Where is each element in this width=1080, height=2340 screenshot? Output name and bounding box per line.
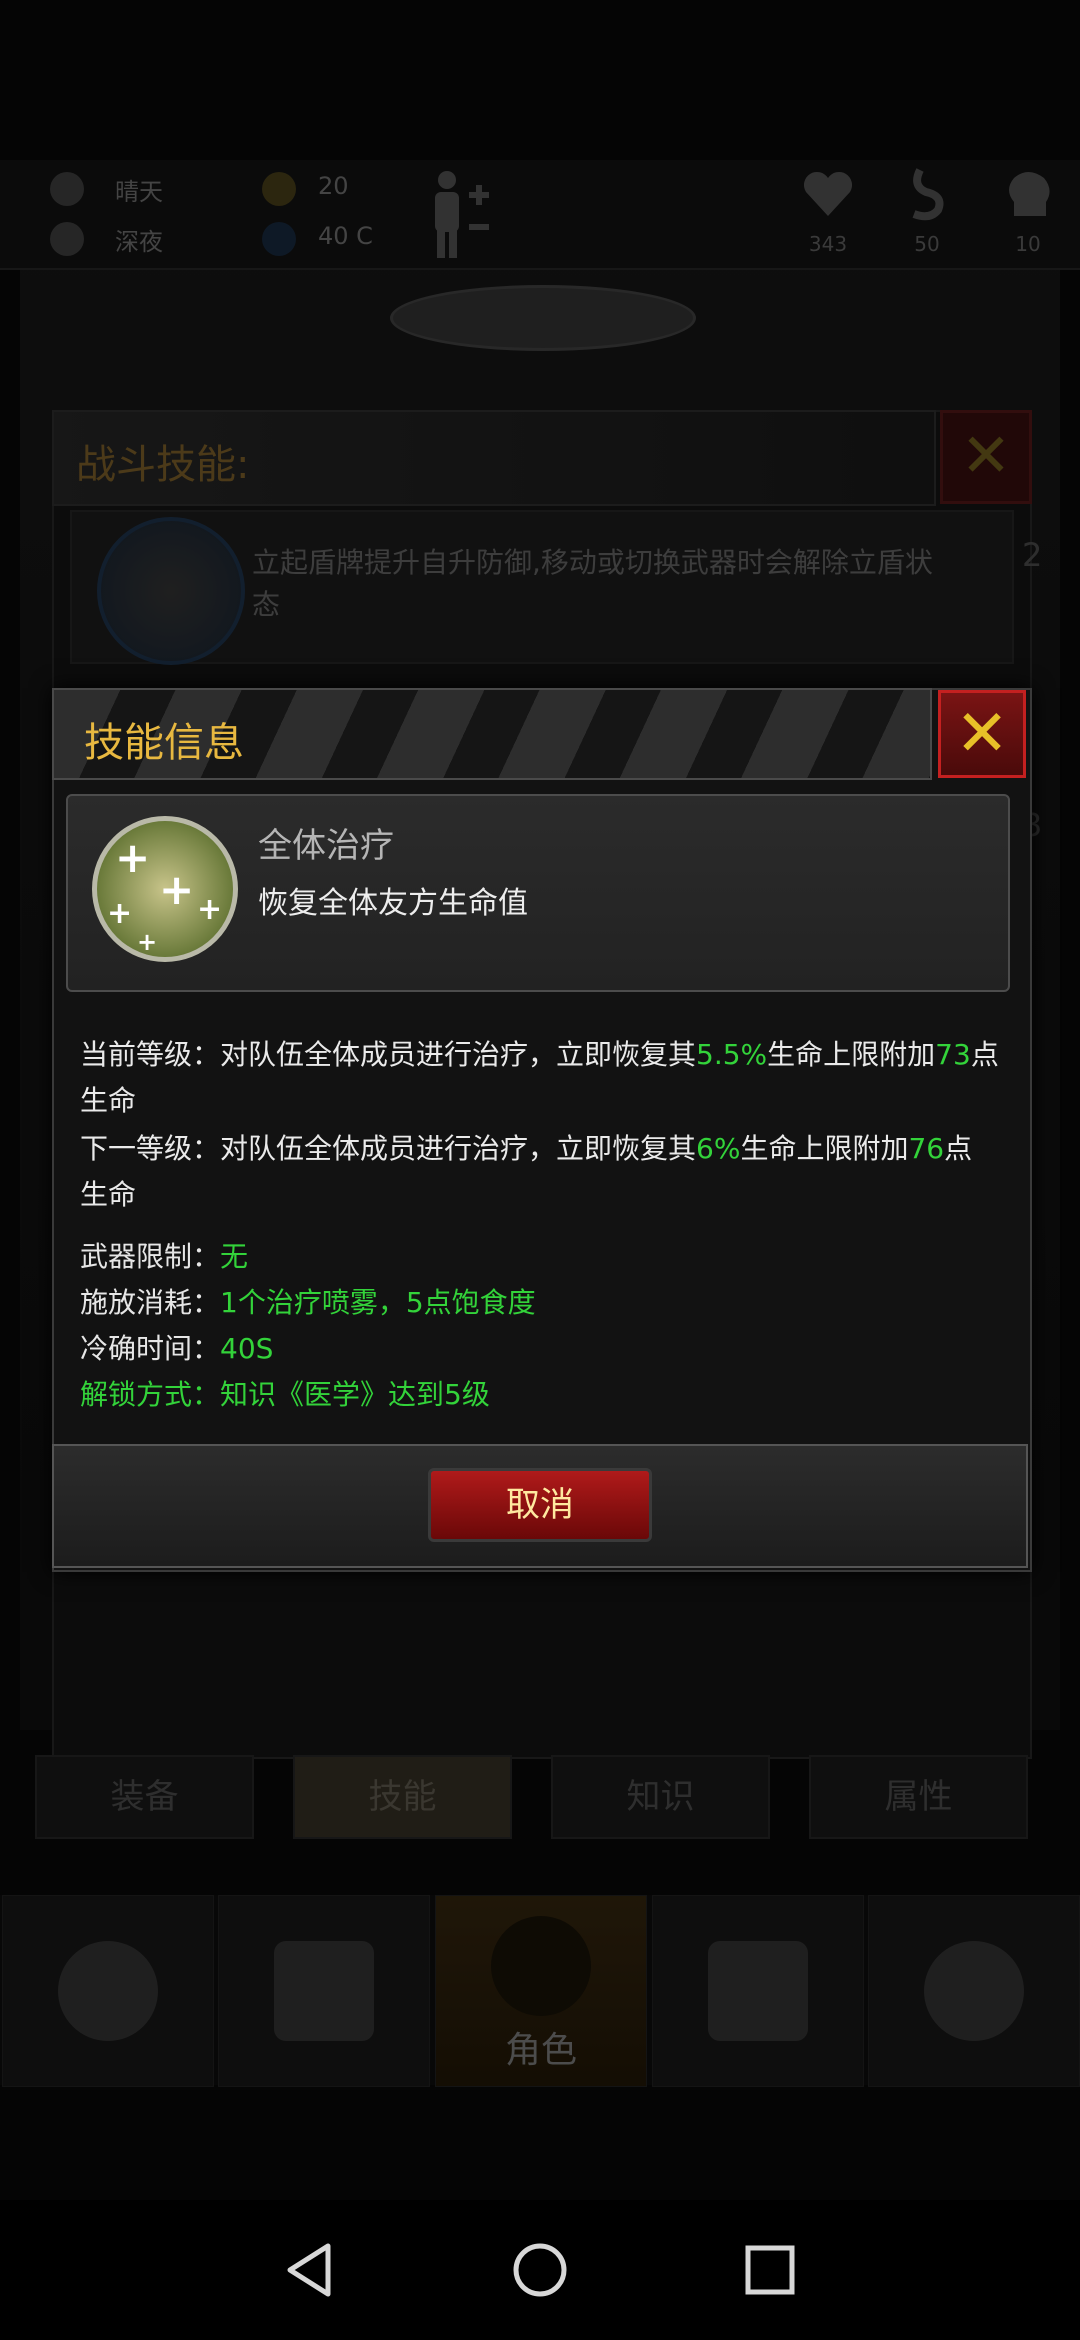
current-level-suffix-2: 生命 bbox=[80, 1084, 137, 1117]
cast-cost-value: 1个治疗喷雾，5点饱食度 bbox=[220, 1286, 536, 1319]
recents-icon[interactable] bbox=[740, 2240, 800, 2300]
cooldown: 冷确时间：40S bbox=[80, 1326, 273, 1372]
skill-card: + + + + + 全体治疗 恢复全体友方生命值 bbox=[66, 794, 1010, 992]
cast-cost-label: 施放消耗： bbox=[80, 1286, 221, 1319]
current-level-prefix: 当前等级：对队伍全体成员进行治疗，立即恢复其 bbox=[80, 1038, 697, 1071]
weapon-limit-value: 无 bbox=[220, 1240, 249, 1273]
home-icon[interactable] bbox=[510, 2240, 570, 2300]
skill-name: 全体治疗 bbox=[258, 826, 394, 866]
current-level-value: 73 bbox=[935, 1038, 971, 1071]
current-level-text: 当前等级：对队伍全体成员进行治疗，立即恢复其5.5%生命上限附加73点生命 bbox=[80, 1032, 1010, 1124]
weapon-limit: 武器限制：无 bbox=[80, 1234, 248, 1280]
next-level-mid: 生命上限附加 bbox=[740, 1132, 909, 1165]
unlock-condition: 解锁方式：知识《医学》达到5级 bbox=[80, 1378, 490, 1411]
skill-info-title: 技能信息 bbox=[84, 720, 244, 766]
close-icon: ✕ bbox=[955, 697, 1009, 771]
heal-all-icon: + + + + + bbox=[92, 816, 238, 962]
cancel-button[interactable]: 取消 bbox=[428, 1468, 652, 1542]
next-level-suffix-2: 生命 bbox=[80, 1178, 137, 1211]
next-level-prefix: 下一等级：对队伍全体成员进行治疗，立即恢复其 bbox=[80, 1132, 697, 1165]
skill-info-header: 技能信息 bbox=[52, 688, 932, 780]
next-level-suffix: 点 bbox=[944, 1132, 973, 1165]
current-level-percent: 5.5% bbox=[696, 1038, 768, 1071]
cast-cost: 施放消耗：1个治疗喷雾，5点饱食度 bbox=[80, 1280, 536, 1326]
next-level-percent: 6% bbox=[696, 1132, 741, 1165]
next-level-text: 下一等级：对队伍全体成员进行治疗，立即恢复其6%生命上限附加76点生命 bbox=[80, 1126, 1010, 1218]
next-level-value: 76 bbox=[908, 1132, 945, 1165]
weapon-limit-label: 武器限制： bbox=[80, 1240, 221, 1273]
back-icon[interactable] bbox=[280, 2240, 340, 2300]
skill-description: 恢复全体友方生命值 bbox=[258, 886, 528, 921]
system-navigation-bar bbox=[0, 2200, 1080, 2340]
cooldown-value: 40S bbox=[220, 1332, 274, 1365]
cooldown-label: 冷确时间： bbox=[80, 1332, 221, 1365]
modal-close-button[interactable]: ✕ bbox=[938, 690, 1026, 778]
current-level-suffix: 点 bbox=[970, 1038, 999, 1071]
current-level-mid: 生命上限附加 bbox=[767, 1038, 936, 1071]
